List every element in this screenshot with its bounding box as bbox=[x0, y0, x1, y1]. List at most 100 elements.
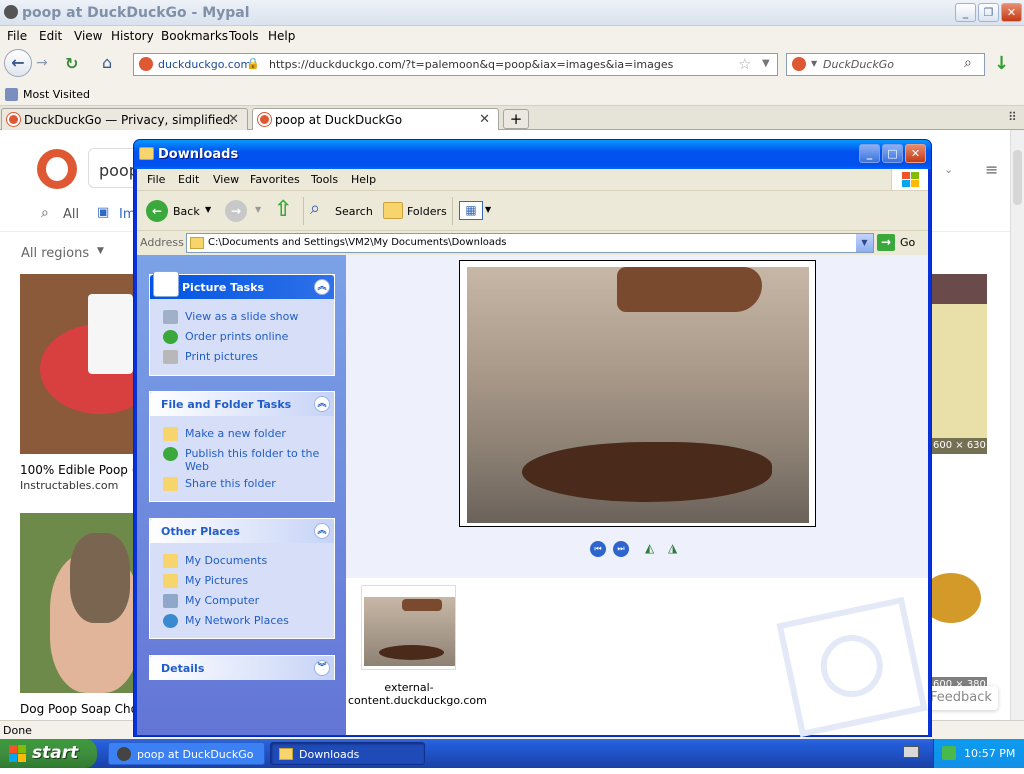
picture-tasks-header[interactable]: Picture Tasks ︽ bbox=[150, 271, 334, 299]
taskbar-item-downloads[interactable]: Downloads bbox=[270, 742, 425, 765]
up-folder-icon[interactable]: ⇧ bbox=[274, 197, 292, 222]
ex-menu-view[interactable]: View bbox=[213, 173, 239, 186]
forward-dropdown-icon[interactable]: ▼ bbox=[255, 205, 261, 214]
views-icon[interactable]: ▦ bbox=[459, 201, 483, 220]
region-dropdown-icon[interactable]: ▼ bbox=[97, 246, 104, 256]
result-image-4[interactable] bbox=[921, 513, 987, 693]
bookmark-star-icon[interactable]: ☆ bbox=[738, 55, 751, 73]
tab-all[interactable]: All bbox=[63, 207, 79, 222]
result-title-1[interactable]: 100% Edible Poop ( bbox=[20, 463, 136, 477]
back-button[interactable]: Back bbox=[173, 205, 200, 218]
search-engine-icon[interactable] bbox=[792, 57, 806, 71]
explorer-maximize-button[interactable]: □ bbox=[882, 144, 903, 163]
address-field[interactable]: C:\Documents and Settings\VM2\My Documen… bbox=[186, 233, 874, 253]
menu-bookmarks[interactable]: Bookmarks bbox=[161, 29, 228, 43]
folders-icon[interactable] bbox=[383, 202, 403, 219]
task-new-folder[interactable]: Make a new folder bbox=[163, 427, 286, 441]
menu-help[interactable]: Help bbox=[268, 29, 295, 43]
task-publish-web[interactable]: Publish this folder to the Web bbox=[163, 447, 323, 473]
expand-chevron-icon[interactable]: ︾ bbox=[314, 660, 330, 676]
browser-close-button[interactable]: ✕ bbox=[1001, 3, 1022, 22]
menu-history[interactable]: History bbox=[111, 29, 154, 43]
address-dropdown-icon[interactable]: ▼ bbox=[856, 234, 873, 252]
go-button[interactable]: Go bbox=[900, 236, 915, 249]
browser-restore-button[interactable]: ❐ bbox=[978, 3, 999, 22]
place-my-pictures[interactable]: My Pictures bbox=[163, 574, 248, 588]
keyboard-icon[interactable] bbox=[903, 746, 919, 758]
ex-menu-file[interactable]: File bbox=[147, 173, 165, 186]
most-visited-bookmark[interactable]: Most Visited bbox=[23, 88, 90, 101]
new-tab-button[interactable]: + bbox=[503, 109, 529, 129]
folders-button[interactable]: Folders bbox=[407, 205, 447, 218]
network-status-icon[interactable] bbox=[942, 746, 956, 760]
collapse-chevron-icon[interactable]: ︽ bbox=[314, 523, 330, 539]
tab-ddg-home[interactable]: DuckDuckGo — Privacy, simplified. ✕ bbox=[1, 108, 248, 130]
tab-close-icon[interactable]: ✕ bbox=[479, 112, 490, 127]
next-image-icon[interactable]: ⏭ bbox=[613, 541, 629, 557]
collapse-chevron-icon[interactable]: ︽ bbox=[314, 279, 330, 295]
url-bar[interactable]: duckduckgo.com 🔒 https://duckduckgo.com/… bbox=[133, 53, 778, 76]
task-print-pictures[interactable]: Print pictures bbox=[163, 350, 258, 364]
taskbar-item-browser[interactable]: poop at DuckDuckGo ... bbox=[108, 742, 265, 774]
collapse-chevron-icon[interactable]: ︽ bbox=[314, 396, 330, 412]
reload-icon[interactable]: ↻ bbox=[65, 54, 78, 73]
place-my-computer[interactable]: My Computer bbox=[163, 594, 259, 608]
rotate-clockwise-icon[interactable]: ◭ bbox=[645, 541, 654, 555]
search-icon[interactable]: ⌕ bbox=[964, 55, 972, 71]
forward-arrow-icon[interactable]: → bbox=[225, 200, 247, 222]
place-my-documents[interactable]: My Documents bbox=[163, 554, 267, 568]
explorer-title-bar[interactable]: Downloads _ □ ✕ bbox=[134, 140, 931, 169]
result-title-2[interactable]: Dog Poop Soap Cho bbox=[20, 702, 138, 716]
start-button[interactable]: start bbox=[0, 739, 97, 768]
result-image-2[interactable] bbox=[20, 513, 140, 693]
result-image-3[interactable] bbox=[931, 274, 987, 454]
other-places-header[interactable]: Other Places ︽ bbox=[150, 519, 334, 543]
page-scrollbar[interactable] bbox=[1010, 130, 1024, 720]
ex-menu-edit[interactable]: Edit bbox=[178, 173, 199, 186]
search-button[interactable]: Search bbox=[335, 205, 373, 218]
file-folder-tasks-header[interactable]: File and Folder Tasks ︽ bbox=[150, 392, 334, 416]
clock[interactable]: 10:57 PM bbox=[964, 747, 1015, 760]
home-icon[interactable]: ⌂ bbox=[102, 53, 112, 72]
menu-view[interactable]: View bbox=[74, 29, 102, 43]
download-arrow-icon[interactable]: ↓ bbox=[994, 53, 1009, 74]
back-dropdown-icon[interactable]: ▼ bbox=[205, 205, 211, 214]
place-my-network[interactable]: My Network Places bbox=[163, 614, 289, 628]
ex-menu-help[interactable]: Help bbox=[351, 173, 376, 186]
task-share-folder[interactable]: Share this folder bbox=[163, 477, 276, 491]
menu-tools[interactable]: Tools bbox=[229, 29, 259, 43]
file-thumbnail[interactable] bbox=[361, 585, 456, 670]
chevron-down-icon[interactable]: ⌄ bbox=[944, 163, 953, 176]
tab-poop-search[interactable]: poop at DuckDuckGo ✕ bbox=[252, 108, 499, 130]
back-arrow-icon[interactable]: ← bbox=[146, 200, 168, 222]
menu-edit[interactable]: Edit bbox=[39, 29, 62, 43]
forward-arrow-icon[interactable]: → bbox=[36, 55, 48, 71]
previous-image-icon[interactable]: ⏮ bbox=[590, 541, 606, 557]
region-filter[interactable]: All regions bbox=[21, 246, 89, 261]
result-image-1[interactable] bbox=[20, 274, 160, 454]
browser-minimize-button[interactable]: _ bbox=[955, 3, 976, 22]
task-order-prints[interactable]: Order prints online bbox=[163, 330, 288, 344]
task-slide-show[interactable]: View as a slide show bbox=[163, 310, 298, 324]
ex-menu-tools[interactable]: Tools bbox=[311, 173, 338, 186]
tab-list-icon[interactable]: ⠿ bbox=[1008, 110, 1017, 124]
ex-menu-favorites[interactable]: Favorites bbox=[250, 173, 300, 186]
rotate-counterclockwise-icon[interactable]: ◮ bbox=[668, 541, 677, 555]
hamburger-menu-icon[interactable]: ≡ bbox=[985, 160, 998, 179]
go-arrow-icon[interactable]: → bbox=[877, 234, 895, 251]
explorer-minimize-button[interactable]: _ bbox=[859, 144, 880, 163]
back-arrow-icon[interactable]: ← bbox=[4, 49, 32, 77]
feedback-button[interactable]: Feedback bbox=[922, 686, 998, 710]
url-dropdown-icon[interactable]: ▼ bbox=[762, 58, 770, 69]
search-icon[interactable]: ⌕ bbox=[310, 198, 320, 219]
search-engine-dropdown-icon[interactable]: ▼ bbox=[811, 59, 817, 68]
details-header[interactable]: Details ︾ bbox=[150, 656, 334, 680]
search-bar[interactable]: ▼ DuckDuckGo ⌕ bbox=[786, 53, 985, 76]
menu-file[interactable]: File bbox=[7, 29, 27, 43]
explorer-close-button[interactable]: ✕ bbox=[905, 144, 926, 163]
url-text[interactable]: https://duckduckgo.com/?t=palemoon&q=poo… bbox=[269, 58, 673, 71]
file-name-label[interactable]: external-content.duckduckgo.com bbox=[348, 681, 487, 707]
result-source-1[interactable]: Instructables.com bbox=[20, 479, 118, 492]
tab-close-icon[interactable]: ✕ bbox=[228, 112, 239, 127]
views-dropdown-icon[interactable]: ▼ bbox=[485, 205, 491, 214]
